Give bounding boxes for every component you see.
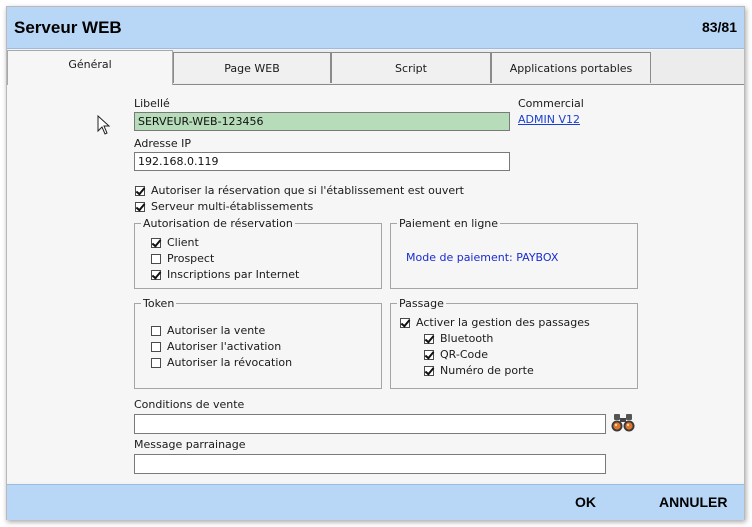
- commercial-link[interactable]: ADMIN V12: [518, 113, 580, 126]
- checkbox-box[interactable]: [151, 269, 161, 280]
- ip-input[interactable]: [134, 152, 510, 171]
- checkbox-box[interactable]: [424, 333, 434, 344]
- passage-group-title: Passage: [397, 297, 446, 310]
- payment-mode: Mode de paiement: PAYBOX: [406, 251, 559, 264]
- checkbox-autoriser-activation[interactable]: Autoriser l'activation: [151, 340, 281, 353]
- checkbox-label: Autoriser l'activation: [167, 340, 282, 353]
- mouse-cursor-icon: [97, 115, 111, 135]
- checkbox-box[interactable]: [424, 349, 434, 360]
- general-panel: Libellé Commercial ADMIN V12 Adresse IP …: [7, 85, 744, 482]
- checkbox-label: QR-Code: [440, 348, 488, 361]
- reservation-group-title: Autorisation de réservation: [141, 217, 295, 230]
- libelle-input[interactable]: [134, 112, 510, 131]
- checkbox-gestion-passages[interactable]: Activer la gestion des passages: [400, 316, 590, 329]
- paiement-group: Paiement en ligne Mode de paiement: PAYB…: [390, 217, 638, 289]
- tab-applications-portables[interactable]: Applications portables: [491, 52, 651, 83]
- binoculars-icon[interactable]: [611, 413, 635, 433]
- passage-group: Passage Activer la gestion des passages …: [390, 297, 638, 389]
- checkbox-label: Autoriser la vente: [167, 324, 266, 337]
- checkbox-client[interactable]: Client: [151, 236, 199, 249]
- checkbox-box[interactable]: [151, 325, 161, 336]
- tab-page-web[interactable]: Page WEB: [173, 52, 331, 83]
- checkbox-bluetooth[interactable]: Bluetooth: [424, 332, 493, 345]
- tab-strip: Général Page WEB Script Applications por…: [7, 50, 744, 85]
- checkbox-autoriser-revocation[interactable]: Autoriser la révocation: [151, 356, 292, 369]
- checkbox-inscriptions-internet[interactable]: Inscriptions par Internet: [151, 268, 299, 281]
- checkbox-box[interactable]: [135, 201, 145, 212]
- footer-bar: OK ANNULER: [7, 484, 744, 520]
- checkbox-label: Inscriptions par Internet: [167, 268, 300, 281]
- dialog-window: Serveur WEB 83/81 Général Page WEB Scrip…: [6, 6, 745, 520]
- checkbox-box[interactable]: [424, 365, 434, 376]
- checkbox-box[interactable]: [151, 237, 161, 248]
- checkbox-label: Serveur multi-établissements: [151, 200, 314, 213]
- conditions-label: Conditions de vente: [134, 398, 245, 411]
- checkbox-qr-code[interactable]: QR-Code: [424, 348, 488, 361]
- checkbox-autoriser-vente[interactable]: Autoriser la vente: [151, 324, 265, 337]
- paiement-group-title: Paiement en ligne: [397, 217, 501, 230]
- ip-label: Adresse IP: [134, 137, 191, 150]
- checkbox-label: Activer la gestion des passages: [416, 316, 590, 329]
- conditions-input[interactable]: [134, 414, 606, 434]
- record-counter: 83/81: [701, 19, 737, 35]
- tab-script[interactable]: Script: [331, 52, 491, 83]
- checkbox-label: Client: [167, 236, 199, 249]
- checkbox-label: Autoriser la révocation: [167, 356, 293, 369]
- tab-general[interactable]: Général: [7, 50, 173, 85]
- reservation-group: Autorisation de réservation Client Prosp…: [134, 217, 382, 289]
- token-group-title: Token: [141, 297, 177, 310]
- window-title: Serveur WEB: [14, 18, 122, 37]
- checkbox-reservation-open-only[interactable]: Autoriser la réservation que si l'établi…: [135, 184, 464, 197]
- token-group: Token Autoriser la vente Autoriser l'act…: [134, 297, 382, 389]
- checkbox-box[interactable]: [135, 185, 145, 196]
- ok-button[interactable]: OK: [575, 494, 596, 510]
- libelle-label: Libellé: [134, 97, 170, 110]
- checkbox-label: Bluetooth: [440, 332, 494, 345]
- checkbox-label: Numéro de porte: [440, 364, 534, 377]
- checkbox-multi-etablissements[interactable]: Serveur multi-établissements: [135, 200, 313, 213]
- commercial-label: Commercial: [518, 97, 584, 110]
- checkbox-label: Prospect: [167, 252, 215, 265]
- cancel-button[interactable]: ANNULER: [659, 494, 727, 510]
- parrainage-input[interactable]: [134, 454, 606, 474]
- checkbox-numero-porte[interactable]: Numéro de porte: [424, 364, 534, 377]
- checkbox-box[interactable]: [151, 341, 161, 352]
- checkbox-box[interactable]: [151, 357, 161, 368]
- parrainage-label: Message parrainage: [134, 438, 246, 451]
- title-bar: Serveur WEB 83/81: [7, 7, 744, 49]
- checkbox-label: Autoriser la réservation que si l'établi…: [151, 184, 464, 197]
- checkbox-prospect[interactable]: Prospect: [151, 252, 214, 265]
- checkbox-box[interactable]: [400, 317, 410, 328]
- checkbox-box[interactable]: [151, 253, 161, 264]
